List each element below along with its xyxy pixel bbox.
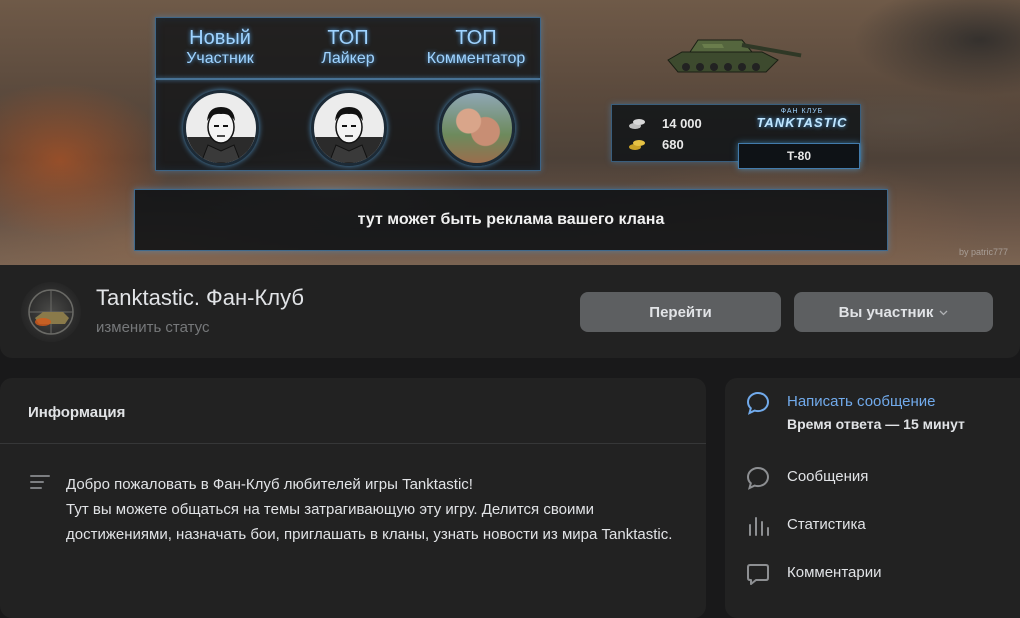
badge-top-commenter: ТОП Комментатор (412, 18, 540, 166)
badges-divider (156, 78, 540, 80)
tanktastic-logo: ФАН КЛУБ TANKTASTIC (754, 108, 850, 130)
member-button[interactable]: Вы участник (794, 292, 993, 332)
badge-avatar (311, 90, 387, 166)
silver-row: 14 000 (628, 114, 702, 132)
status-link[interactable]: изменить статус (96, 319, 210, 336)
badge-subtitle: Комментатор (426, 50, 526, 67)
comments-item[interactable]: Комментарии (745, 563, 881, 587)
info-card: Информация Добро пожаловать в Фан-Клуб л… (0, 378, 706, 618)
badges-panel: Новый Участник ТОП Лайкер ТОП Комментато… (155, 17, 541, 171)
go-button[interactable]: Перейти (580, 292, 781, 332)
info-divider (0, 443, 706, 444)
ad-banner: тут может быть реклама вашего клана (134, 189, 888, 251)
gold-value: 680 (662, 136, 684, 152)
silver-value: 14 000 (662, 115, 702, 131)
chevron-down-icon (939, 310, 948, 315)
logo-big-text: TANKTASTIC (756, 115, 848, 130)
group-header: Tanktastic. Фан-Клуб изменить статус Пер… (0, 265, 1020, 358)
description-text: Добро пожаловать в Фан-Клуб любителей иг… (66, 472, 686, 547)
group-avatar[interactable] (21, 282, 81, 342)
statistics-label: Статистика (787, 516, 866, 533)
messages-label: Сообщения (787, 468, 869, 485)
actions-card: Написать сообщение Время ответа — 15 мин… (725, 378, 1020, 618)
badge-avatar (183, 90, 259, 166)
badge-subtitle: Участник (186, 50, 254, 67)
watermark: by patric777 (958, 247, 1008, 257)
logo-small-text: ФАН КЛУБ (780, 108, 824, 115)
statistics-icon (749, 517, 769, 536)
go-button-label: Перейти (649, 303, 712, 321)
statistics-item[interactable]: Статистика (745, 515, 866, 539)
messages-item[interactable]: Сообщения (745, 466, 869, 491)
write-message-item[interactable]: Написать сообщение Время ответа — 15 мин… (745, 391, 965, 434)
comments-label: Комментарии (787, 564, 882, 581)
gold-row: 680 (628, 135, 684, 153)
gold-coins-icon (629, 140, 645, 150)
badge-avatar-photo (439, 90, 515, 166)
description-line: Добро пожаловать в Фан-Клуб любителей иг… (66, 476, 473, 493)
badge-new-member: Новый Участник (156, 18, 284, 166)
silver-coins-icon (629, 119, 645, 129)
message-icon (746, 391, 770, 415)
badge-subtitle: Лайкер (321, 50, 375, 67)
chat-icon (746, 466, 770, 490)
tank-icon (667, 39, 802, 73)
response-time: Время ответа — 15 минут (787, 416, 965, 432)
badge-title: ТОП (327, 27, 369, 49)
description-line: Тут вы можете общаться на темы затрагива… (66, 501, 673, 543)
group-name: Tanktastic. Фан-Клуб (96, 285, 304, 310)
description-icon (30, 475, 50, 489)
badge-title: Новый (189, 27, 251, 49)
member-button-label: Вы участник (838, 303, 934, 321)
info-title: Информация (28, 404, 126, 421)
tank-name: T-80 (738, 143, 860, 169)
badge-top-liker: ТОП Лайкер (284, 18, 412, 166)
badge-title: ТОП (455, 27, 497, 49)
cover-image: Новый Участник ТОП Лайкер ТОП Комментато… (0, 0, 1020, 265)
comments-icon (747, 564, 769, 585)
write-message-label: Написать сообщение (787, 393, 936, 410)
